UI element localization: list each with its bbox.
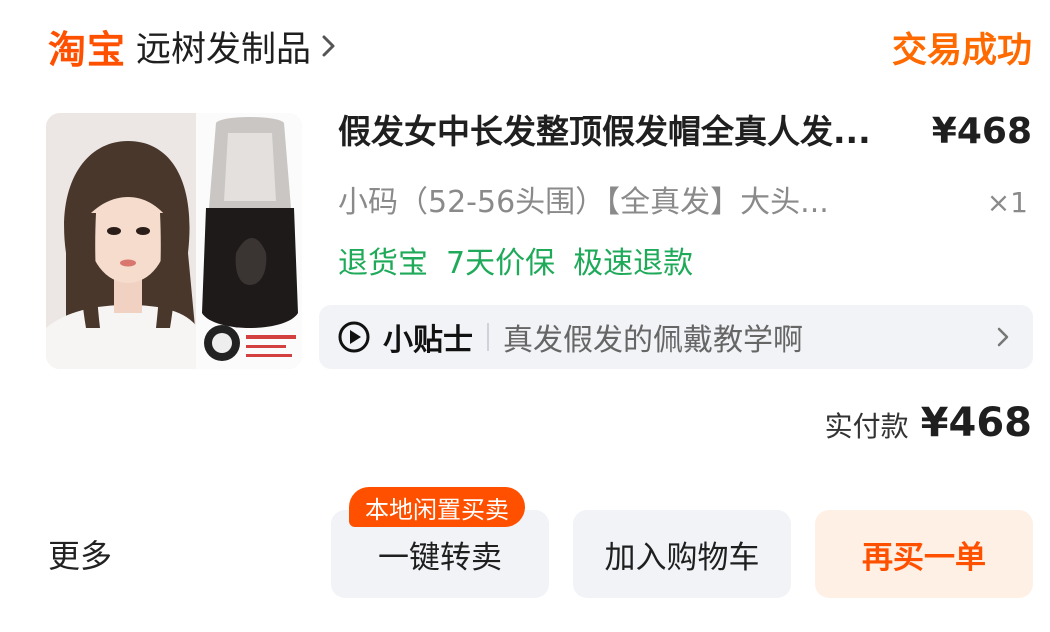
service-tag-return-insurance: 退货宝	[338, 246, 428, 281]
chevron-right-icon	[995, 324, 1011, 350]
payment-label: 实付款	[824, 410, 909, 443]
product-image[interactable]	[46, 113, 302, 369]
payment-value: ¥468	[920, 400, 1032, 446]
service-tags: 退货宝 7天价保 极速退款	[338, 238, 693, 290]
product-quantity: ×1	[986, 186, 1028, 219]
tip-title: 小贴士	[383, 323, 473, 358]
tip-text: 真发假发的佩戴教学啊	[503, 323, 803, 358]
tip-divider	[487, 323, 489, 351]
chevron-right-icon[interactable]	[319, 31, 339, 61]
play-circle-icon	[337, 320, 371, 354]
payment-total: 实付款 ¥468	[825, 400, 1032, 446]
add-to-cart-button[interactable]: 加入购物车	[573, 510, 791, 598]
shop-name[interactable]: 远树发制品	[136, 21, 311, 72]
service-tag-fast-refund: 极速退款	[573, 246, 694, 281]
taobao-logo: 淘宝	[48, 27, 127, 72]
product-spec[interactable]: 小码（52-56头围）【全真发】大头...	[338, 178, 898, 228]
more-button[interactable]: 更多	[48, 530, 112, 582]
order-status: 交易成功	[891, 31, 1032, 71]
order-card: 淘宝 远树发制品 交易成功 假发女中长发整顶假发帽全真人发... ¥468 小码…	[0, 0, 1050, 632]
local-resale-badge: 本地闲置买卖	[349, 487, 525, 527]
rebuy-button[interactable]: 再买一单	[815, 510, 1033, 598]
shop-header[interactable]: 淘宝 远树发制品	[48, 20, 339, 72]
product-price: ¥468	[931, 111, 1032, 152]
tip-bar[interactable]: 小贴士 真发假发的佩戴教学啊	[319, 305, 1033, 369]
product-title[interactable]: 假发女中长发整顶假发帽全真人发...	[338, 106, 898, 158]
service-tag-price-protect: 7天价保	[446, 246, 556, 281]
